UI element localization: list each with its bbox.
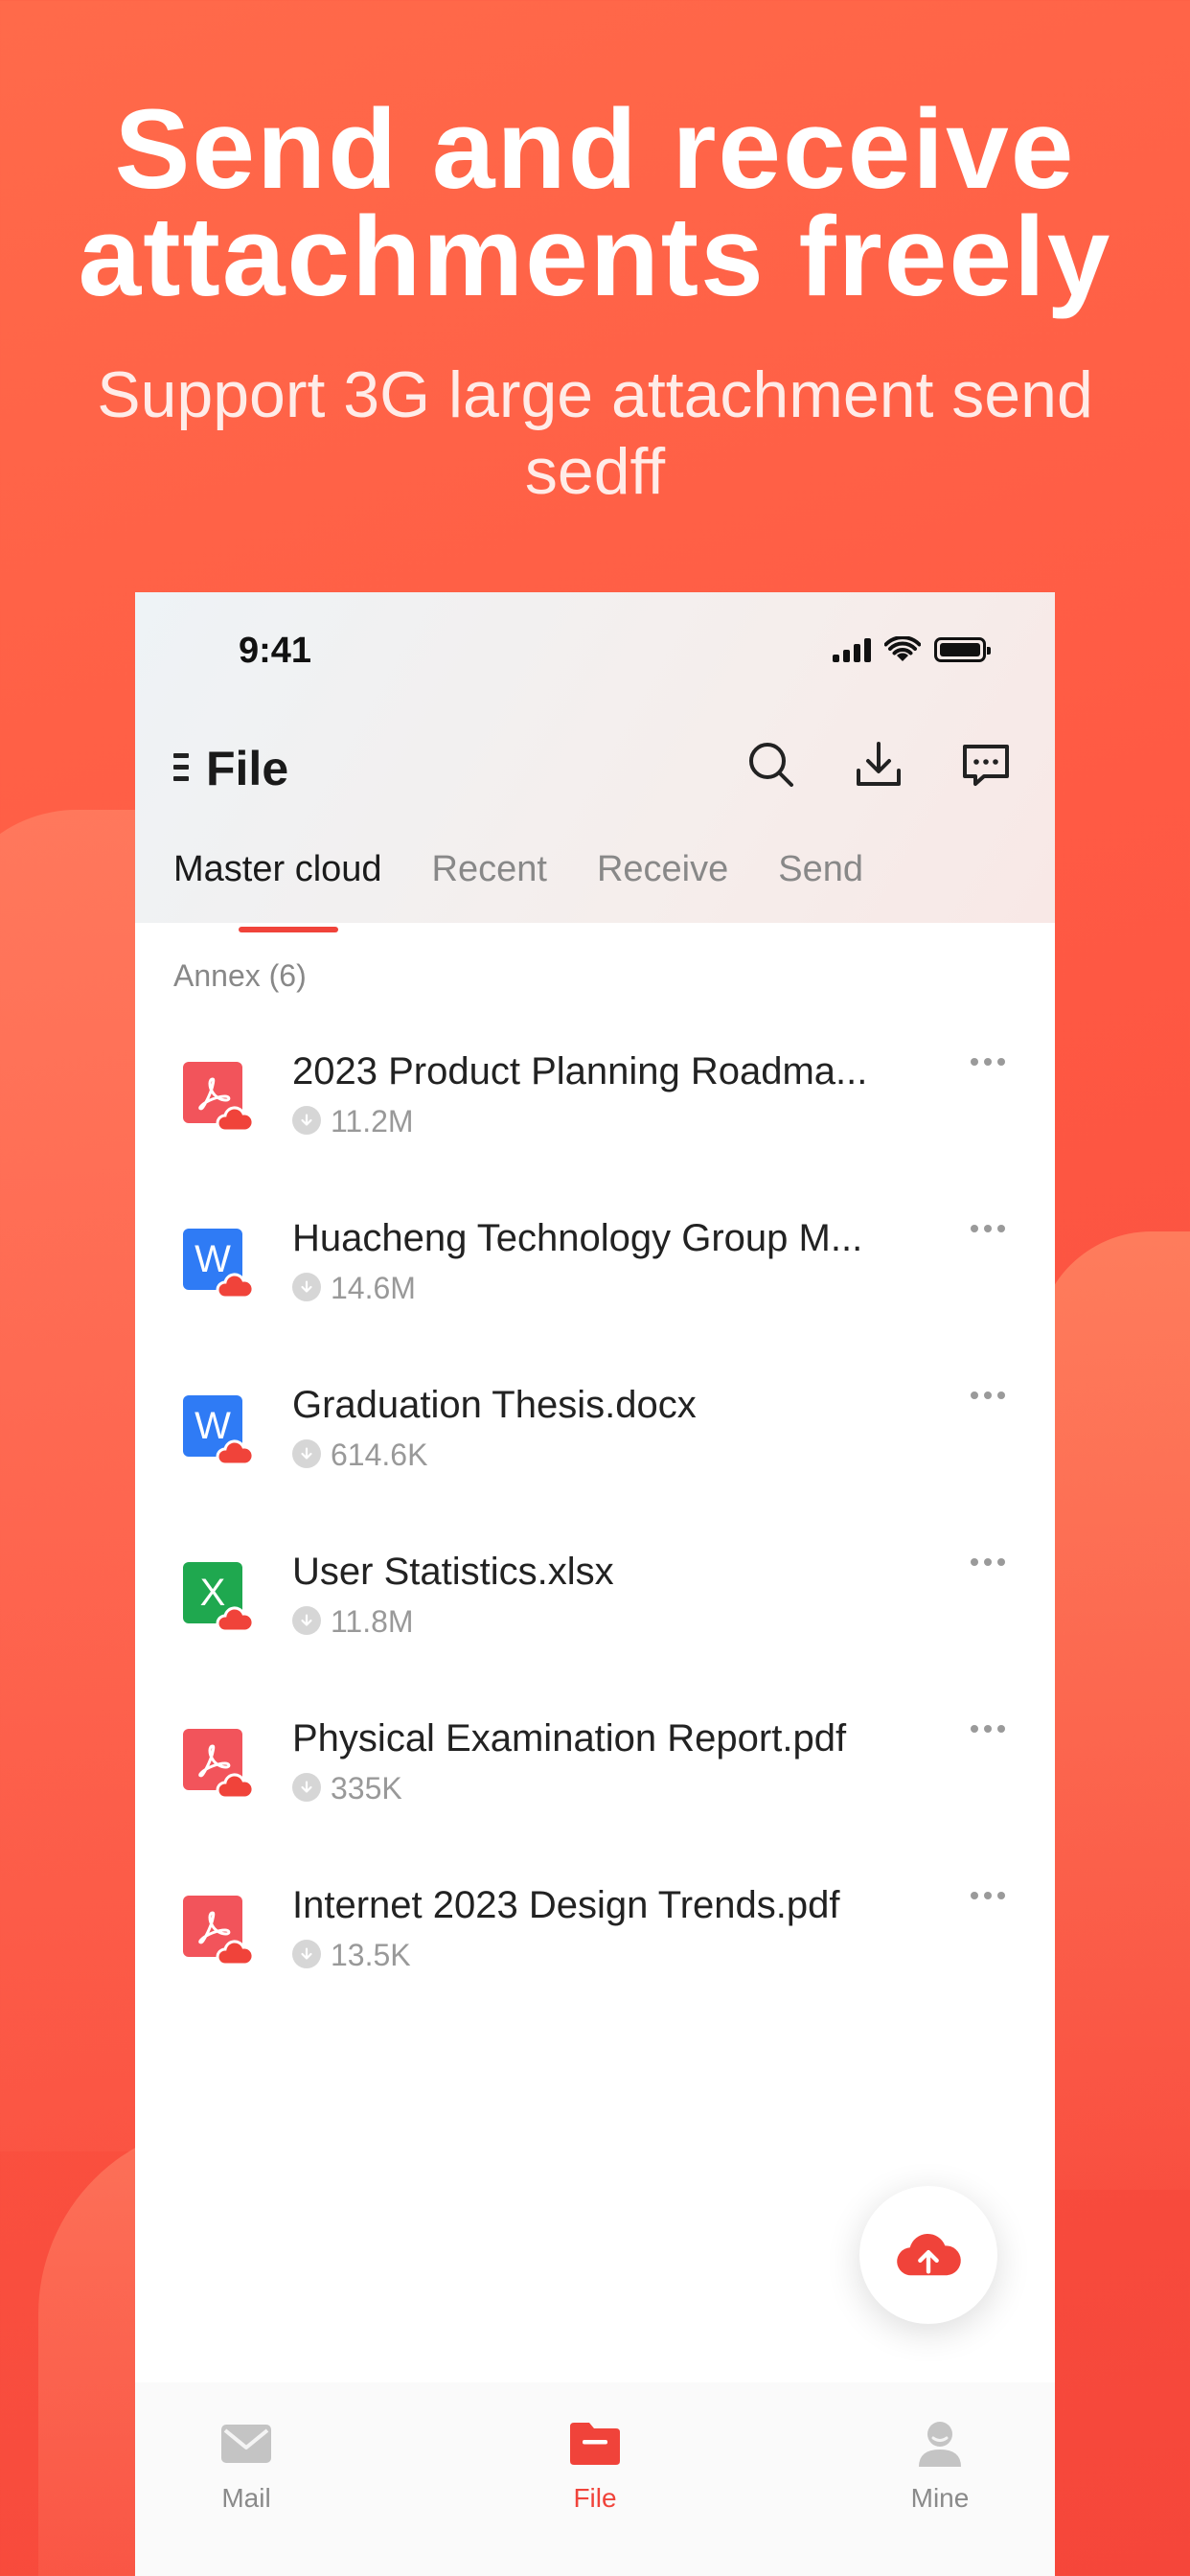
download-arrow-icon — [292, 1106, 321, 1135]
file-size: 335K — [331, 1771, 402, 1806]
more-options-icon[interactable] — [971, 1558, 1005, 1566]
search-icon[interactable] — [744, 738, 798, 792]
file-name: User Statistics.xlsx — [292, 1551, 614, 1593]
file-name: 2023 Product Planning Roadma... — [292, 1050, 868, 1092]
file-row[interactable]: 2023 Product Planning Roadma... 11.2M — [135, 1014, 1055, 1181]
mail-icon — [221, 2425, 271, 2463]
file-size: 13.5K — [331, 1938, 411, 1972]
more-options-icon[interactable] — [971, 1225, 1005, 1232]
tab-bar: Master cloud Recent Receive Send — [173, 849, 863, 932]
tabbar-item-mine[interactable]: Mine — [863, 2417, 1017, 2514]
signal-icon — [833, 637, 871, 662]
pdf-file-icon — [183, 1729, 254, 1800]
file-name: Internet 2023 Design Trends.pdf — [292, 1884, 840, 1926]
file-row[interactable]: Physical Examination Report.pdf 335K — [135, 1681, 1055, 1848]
file-name: Huacheng Technology Group M... — [292, 1217, 863, 1259]
menu-icon[interactable] — [173, 753, 193, 782]
file-row[interactable]: X User Statistics.xlsx 11.8M — [135, 1514, 1055, 1681]
excel-file-icon: X — [183, 1562, 254, 1633]
tabbar-label: Mine — [910, 2483, 970, 2513]
word-file-icon: W — [183, 1229, 254, 1300]
download-arrow-icon — [292, 1439, 321, 1468]
app-header: 9:41 File Master cloud Recent Receive Se… — [135, 592, 1055, 932]
background-shape-right — [1037, 1231, 1190, 2190]
tab-send[interactable]: Send — [778, 849, 863, 890]
promo-subtitle: Support 3G large attachment send sedff — [97, 358, 1093, 508]
promo-headline-line1: Send and receive — [114, 86, 1076, 213]
more-options-icon[interactable] — [971, 1892, 1005, 1899]
annex-count-label: Annex (6) — [173, 958, 307, 993]
file-size: 11.2M — [331, 1104, 414, 1138]
more-options-icon[interactable] — [971, 1058, 1005, 1066]
page-title: File — [206, 742, 289, 795]
more-options-icon[interactable] — [971, 1725, 1005, 1733]
status-icons — [833, 636, 991, 663]
word-file-icon: W — [183, 1395, 254, 1466]
pdf-file-icon — [183, 1062, 254, 1133]
file-row[interactable]: W Huacheng Technology Group M... 14.6M — [135, 1181, 1055, 1347]
download-arrow-icon — [292, 1773, 321, 1802]
tabbar-label: File — [573, 2483, 617, 2513]
more-options-icon[interactable] — [971, 1392, 1005, 1399]
promo-headline-line2: attachments freely — [78, 194, 1112, 320]
user-icon — [919, 2422, 961, 2467]
folder-icon — [570, 2423, 620, 2465]
file-name: Graduation Thesis.docx — [292, 1384, 697, 1426]
phone-screen: 9:41 File Master cloud Recent Receive Se… — [135, 592, 1055, 2576]
tab-master-cloud[interactable]: Master cloud — [173, 849, 382, 932]
file-row[interactable]: W Graduation Thesis.docx 614.6K — [135, 1347, 1055, 1514]
tab-recent[interactable]: Recent — [432, 849, 547, 890]
file-name: Physical Examination Report.pdf — [292, 1717, 847, 1760]
pdf-file-icon — [183, 1896, 254, 1966]
download-icon[interactable] — [852, 738, 905, 792]
download-arrow-icon — [292, 1606, 321, 1635]
file-size: 11.8M — [331, 1604, 414, 1639]
battery-icon — [934, 637, 991, 662]
bottom-tab-bar: Mail File Mine — [135, 2382, 1055, 2576]
status-time: 9:41 — [239, 631, 312, 671]
file-size: 614.6K — [331, 1438, 428, 1472]
tabbar-label: Mail — [221, 2483, 271, 2513]
file-size: 14.6M — [331, 1271, 416, 1305]
download-arrow-icon — [292, 1940, 321, 1968]
upload-button[interactable] — [859, 2186, 997, 2324]
message-icon[interactable] — [959, 738, 1013, 792]
promo-headline: Send and receive attachments freely — [0, 86, 1190, 320]
tab-receive[interactable]: Receive — [597, 849, 728, 890]
file-row[interactable]: Internet 2023 Design Trends.pdf 13.5K — [135, 1848, 1055, 2014]
download-arrow-icon — [292, 1273, 321, 1301]
wifi-icon — [884, 636, 921, 661]
tabbar-item-file[interactable]: File — [518, 2417, 672, 2514]
cloud-upload-icon — [897, 2233, 961, 2276]
tabbar-item-mail[interactable]: Mail — [170, 2417, 323, 2514]
